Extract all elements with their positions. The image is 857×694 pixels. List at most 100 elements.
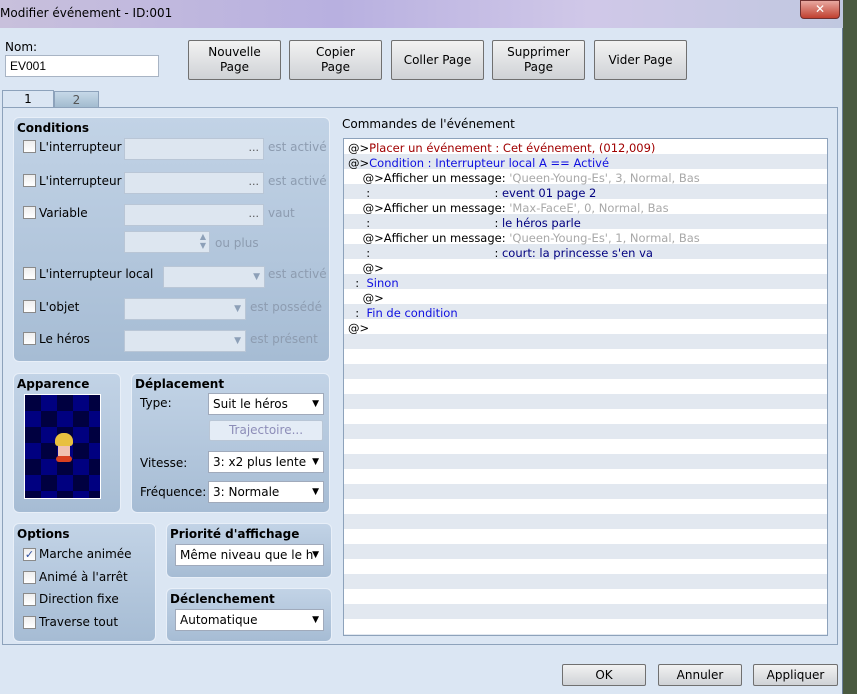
condition-local-select[interactable]: ▼ [163,266,265,288]
name-input[interactable] [5,55,159,77]
movement-type-select[interactable]: Suit le héros ▼ [208,393,324,415]
command-text: le héros parle [501,216,581,230]
or-more-label: ou plus [215,236,259,250]
ellipsis-button[interactable]: ... [249,175,260,188]
command-text: @> [348,321,370,335]
command-row[interactable]: @>Afficher un message: 'Max-FaceE', 0, N… [344,201,827,216]
movement-frequency-select[interactable]: 3: Normale ▼ [208,481,324,503]
command-row[interactable]: : : court: la princesse s'en va [344,246,827,261]
character-sprite [55,433,73,463]
event-editor-window: Modifier événement - ID:001 ✕ Nom: 1 2 C… [0,0,843,694]
character-graphic-selector[interactable] [24,394,101,499]
trigger-title: Déclenchement [170,592,275,606]
priority-select[interactable]: Même niveau que le h ▼ [175,544,324,566]
cancel-button[interactable]: Annuler [658,664,742,686]
command-text: : : [348,216,502,230]
condition-variable-suffix: vaut [268,206,295,220]
command-text: @> [348,141,370,155]
condition-switch2-field[interactable]: ... [124,172,264,194]
option-checkbox[interactable] [23,593,36,606]
condition-local-label: L'interrupteur local [39,267,154,281]
chevron-down-icon: ▼ [312,457,319,467]
option-checkbox[interactable] [23,570,36,584]
option-label: Traverse tout [39,614,119,629]
command-row[interactable]: : : le héros parle [344,216,827,231]
command-text: @> [348,291,384,305]
chevron-down-icon: ▼ [234,336,241,346]
command-row[interactable]: : Fin de condition [344,306,827,321]
condition-switch1-field[interactable]: ... [124,138,264,160]
new-page-button[interactable]: Nouvelle Page [188,40,281,80]
movement-speed-value: 3: x2 plus lente [213,455,307,469]
command-list[interactable]: @>Placer un événement : Cet événement, (… [343,138,828,636]
condition-switch2-label: L'interrupteur [39,174,122,188]
command-text: @> [348,261,384,275]
commands-title: Commandes de l'événement [342,117,515,131]
clear-page-button[interactable]: Vider Page [594,40,687,80]
condition-switch2-suffix: est activé [268,174,327,188]
movement-speed-select[interactable]: 3: x2 plus lente ▼ [208,451,324,473]
delete-page-button[interactable]: Supprimer Page [492,40,585,80]
command-text: Fin de condition [366,306,458,320]
command-row[interactable]: : Sinon [344,276,827,291]
priority-value: Même niveau que le h [180,548,314,562]
chevron-down-icon: ▼ [312,487,319,497]
condition-hero-suffix: est présent [250,332,318,346]
conditions-title: Conditions [17,121,90,135]
condition-switch1-suffix: est activé [268,140,327,154]
command-text: 'Queen-Young-Es', 3, Normal, Bas [509,171,700,185]
condition-item-suffix: est possédé [250,300,322,314]
command-row[interactable]: : : event 01 page 2 [344,186,827,201]
condition-hero-label: Le héros [39,332,90,346]
condition-local-checkbox[interactable] [23,267,36,280]
command-text: Condition : Interrupteur local A == Acti… [369,156,610,170]
condition-variable-field[interactable]: ... [124,204,264,226]
command-text: : [348,306,367,320]
ok-button[interactable]: OK [562,664,646,686]
movement-title: Déplacement [135,377,225,391]
option-label: Direction fixe [39,592,119,606]
command-row[interactable]: @>Placer un événement : Cet événement, (… [344,141,827,156]
condition-item-label: L'objet [39,300,80,314]
priority-title: Priorité d'affichage [170,527,300,541]
ellipsis-button[interactable]: ... [249,207,260,220]
copy-page-button[interactable]: Copier Page [289,40,382,80]
condition-switch1-checkbox[interactable] [23,140,36,153]
movement-frequency-value: 3: Normale [213,485,280,499]
movement-speed-label: Vitesse: [140,456,188,470]
variable-value-spinner[interactable]: ▲ ▼ [124,231,210,253]
command-text: Sinon [366,276,399,290]
command-text: Placer un événement : Cet événement, (01… [369,141,656,155]
movement-type-label: Type: [140,396,172,410]
command-row[interactable]: @> [344,261,827,276]
command-text: event 01 page 2 [501,186,597,200]
chevron-down-icon: ▼ [312,550,319,560]
movement-frequency-label: Fréquence: [140,485,207,499]
spinner-arrows-icon[interactable]: ▲ ▼ [200,232,206,250]
condition-hero-checkbox[interactable] [23,332,36,345]
command-row[interactable]: @> [344,321,827,336]
condition-local-suffix: est activé [268,267,327,281]
option-checkbox[interactable] [23,615,36,629]
condition-item-select[interactable]: ▼ [124,298,246,320]
condition-switch2-checkbox[interactable] [23,174,36,187]
ellipsis-button[interactable]: ... [249,141,260,154]
apply-button[interactable]: Appliquer [753,664,838,686]
trigger-select[interactable]: Automatique ▼ [175,609,324,631]
command-row[interactable]: @>Afficher un message: 'Queen-Young-Es',… [344,231,827,246]
command-text: 'Queen-Young-Es', 1, Normal, Bas [509,231,700,245]
route-button[interactable]: Trajectoire... [209,420,323,441]
condition-item-checkbox[interactable] [23,300,36,313]
command-text: 'Max-FaceE', 0, Normal, Bas [509,201,669,215]
movement-type-value: Suit le héros [213,397,288,411]
option-checkbox[interactable]: ✓ [23,548,36,561]
command-row[interactable]: @> [344,291,827,306]
paste-page-button[interactable]: Coller Page [391,40,484,80]
command-row[interactable]: @>Afficher un message: 'Queen-Young-Es',… [344,171,827,186]
condition-variable-checkbox[interactable] [23,206,36,219]
title-bar: Modifier événement - ID:001 ✕ [0,0,843,28]
close-button[interactable]: ✕ [800,0,840,19]
command-text: : : [348,186,502,200]
command-row[interactable]: @>Condition : Interrupteur local A == Ac… [344,156,827,171]
condition-hero-select[interactable]: ▼ [124,330,246,352]
